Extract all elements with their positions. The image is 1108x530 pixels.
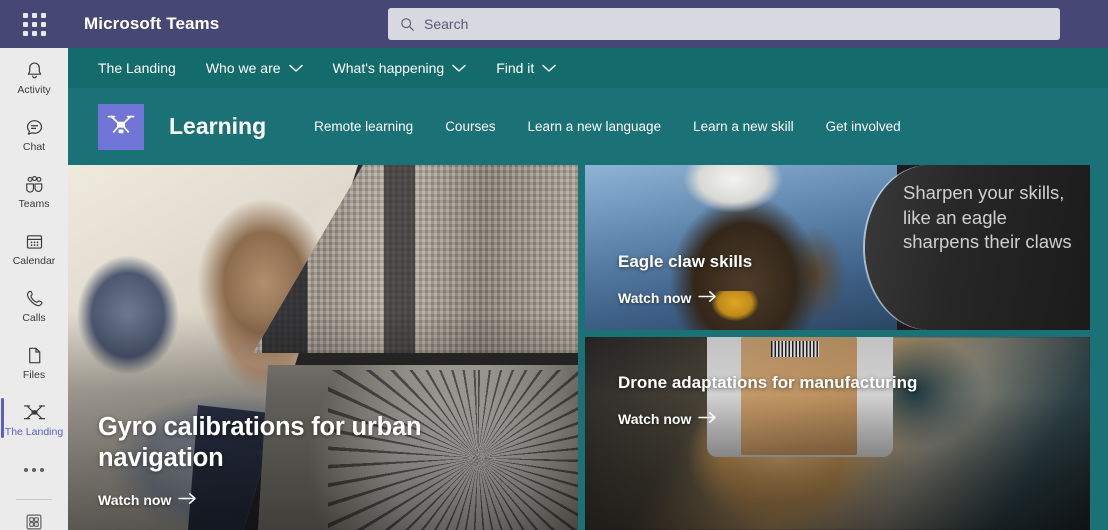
bell-icon [24,58,45,81]
sidebar-label-the-landing: The Landing [4,425,64,438]
teams-window: Microsoft Teams Search Activity Chat Tea… [0,0,1108,530]
sitenav-label: Find it [496,60,535,76]
site-content: The Landing Who we are What's happening [68,48,1108,530]
waffle-icon [22,12,46,36]
hero-watch-now-link[interactable]: Watch now [98,492,197,508]
sidebar-item-calls[interactable]: Calls [0,276,68,333]
teams-icon [23,172,46,195]
card-drone-adaptations[interactable]: Drone adaptations for manufacturing Watc… [585,337,1090,530]
apps-grid-icon [23,511,45,530]
arrow-right-icon [178,492,197,508]
sidebar-label-calendar: Calendar [12,254,56,267]
card-column-left: Gyro calibrations for urban navigation W… [68,165,578,530]
sidebar-label-activity: Activity [17,83,51,96]
sidebar-label-files: Files [22,368,46,381]
file-icon [24,343,45,366]
watch-now-label: Watch now [618,290,692,306]
sidebar-item-chat[interactable]: Chat [0,105,68,162]
card-eagle-claw-skills[interactable]: Sharpen your skills, like an eagle sharp… [585,165,1090,330]
hero-title: Gyro calibrations for urban navigation [98,412,422,472]
chevron-down-icon [542,64,557,73]
sitenav-label: What's happening [332,60,445,76]
nav-link-get-involved[interactable]: Get involved [826,119,901,134]
nav-link-remote-learning[interactable]: Remote learning [314,119,413,134]
more-apps-button[interactable] [0,447,68,493]
watch-now-label: Watch now [98,492,172,508]
learning-nav-links: Remote learning Courses Learn a new lang… [314,119,933,134]
sidebar-item-the-landing[interactable]: The Landing [0,390,68,447]
drone-watch-now-link[interactable]: Watch now [618,411,717,427]
card-column-right: Sharpen your skills, like an eagle sharp… [585,165,1090,530]
calendar-icon [24,229,45,252]
drone-title: Drone adaptations for manufacturing [618,373,918,392]
app-title: Microsoft Teams [84,14,220,33]
hero-copy: Gyro calibrations for urban navigation W… [98,412,518,510]
sidebar-item-files[interactable]: Files [0,333,68,390]
app-launcher-button[interactable] [16,0,52,48]
apps-store-button[interactable] [0,500,68,530]
site-logo[interactable] [98,103,144,150]
search-icon [400,17,415,32]
nav-link-learn-a-new-language[interactable]: Learn a new language [527,119,661,134]
title-bar: Microsoft Teams Search [0,0,1108,48]
nav-link-learn-a-new-skill[interactable]: Learn a new skill [693,119,794,134]
page-title: Learning [169,113,267,139]
watch-now-label: Watch now [618,411,692,427]
eagle-watch-now-link[interactable]: Watch now [618,290,717,306]
sitenav-item-who-we-are[interactable]: Who we are [206,60,303,76]
chat-icon [24,115,45,138]
chevron-down-icon [452,64,466,73]
sidebar-label-calls: Calls [22,311,46,324]
drone-scrim [585,337,1090,530]
drone-icon [23,400,46,423]
site-navigation: The Landing Who we are What's happening [68,48,1108,88]
sidebar-item-teams[interactable]: Teams [0,162,68,219]
sitenav-item-whats-happening[interactable]: What's happening [333,60,467,76]
sitenav-item-the-landing[interactable]: The Landing [98,60,176,76]
eagle-copy: Eagle claw skills Watch now [618,252,752,308]
arrow-right-icon [698,290,717,306]
sidebar-item-activity[interactable]: Activity [0,48,68,105]
search-input[interactable]: Search [424,16,468,32]
ellipsis-dot [24,468,28,472]
learning-header: Learning Remote learning Courses Learn a… [68,88,1108,165]
sitenav-label: The Landing [98,60,176,76]
sidebar-item-calendar[interactable]: Calendar [0,219,68,276]
ellipsis-dot [40,468,44,472]
eagle-title: Eagle claw skills [618,252,753,271]
phone-icon [24,286,45,309]
chevron-down-icon [288,64,303,73]
arrow-right-icon [698,411,717,427]
card-grid: Gyro calibrations for urban navigation W… [68,165,1108,530]
nav-link-courses[interactable]: Courses [445,119,495,134]
sidebar-label-chat: Chat [22,140,46,153]
sidebar-label-teams: Teams [18,197,50,210]
ellipsis-dot [32,468,36,472]
search-bar[interactable]: Search [388,8,1060,40]
left-rail: Activity Chat Teams Calendar Calls Files… [0,48,68,530]
eagle-quote-text: Sharpen your skills, like an eagle sharp… [903,182,1072,253]
sitenav-item-find-it[interactable]: Find it [496,60,557,76]
hero-card-gyro-calibrations[interactable]: Gyro calibrations for urban navigation W… [68,165,578,530]
sitenav-label: Who we are [205,60,281,76]
drone-icon [106,111,136,143]
drone-copy: Drone adaptations for manufacturing Watc… [618,373,917,429]
